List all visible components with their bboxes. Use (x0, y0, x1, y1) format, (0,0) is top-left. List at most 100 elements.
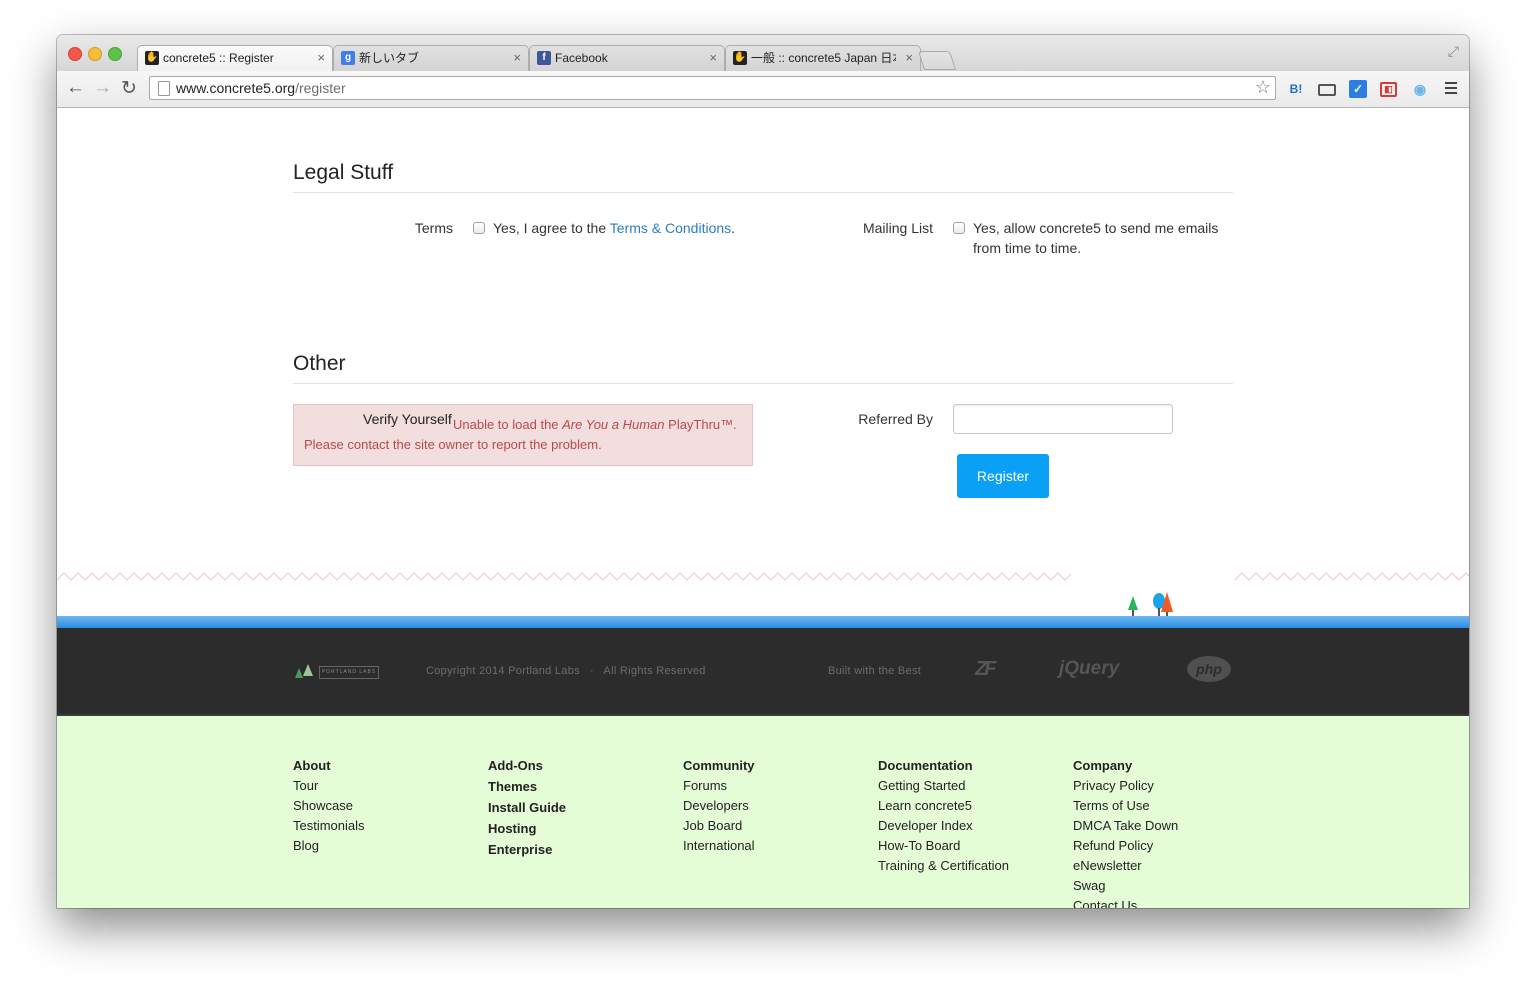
footer-heading-addons[interactable]: Add-Ons (488, 756, 566, 776)
google-icon: g (341, 51, 355, 65)
page-icon (158, 81, 170, 96)
terms-text-end: . (731, 220, 736, 236)
built-with-text: Built with the Best (828, 665, 922, 677)
forward-arrow-icon[interactable]: → (93, 77, 112, 99)
evernote-extension-icon[interactable]: ◧ (1380, 82, 1397, 97)
tab-concrete5-register[interactable]: ✋ concrete5 :: Register × (137, 45, 333, 71)
footer-link-dmca[interactable]: DMCA Take Down (1073, 816, 1178, 836)
tab-title: Facebook (555, 51, 608, 65)
sitemap-footer: About Tour Showcase Testimonials Blog Ad… (57, 716, 1469, 908)
footer-link-showcase[interactable]: Showcase (293, 796, 365, 816)
mailing-list-text-line1: Yes, allow concrete5 to send me emails (973, 220, 1219, 236)
mailing-list-text-line2: from time to time. (973, 240, 1082, 256)
footer-link-how-to-board[interactable]: How-To Board (878, 836, 1009, 856)
tab-concrete5-japan[interactable]: ✋ 一般 :: concrete5 Japan 日本 × (725, 45, 921, 71)
fullscreen-icon[interactable]: ⤢ (1448, 43, 1459, 60)
tab-title: 新しいタブ (359, 51, 420, 65)
mailing-list-checkbox[interactable] (953, 222, 965, 234)
camera-extension-icon[interactable]: ◉ (1411, 80, 1429, 98)
error-product-name: Are You a Human (562, 417, 665, 432)
footer-heading-community[interactable]: Community (683, 756, 755, 776)
footer-link-developers[interactable]: Developers (683, 796, 755, 816)
footer-link-enewsletter[interactable]: eNewsletter (1073, 856, 1178, 876)
footer-link-training-certification[interactable]: Training & Certification (878, 856, 1009, 876)
minimize-window-button[interactable] (88, 47, 102, 61)
captcha-error-box: Verify Yourself Unable to load the Are Y… (293, 404, 753, 466)
footer-link-forums[interactable]: Forums (683, 776, 755, 796)
footer-blue-bar (57, 616, 1469, 628)
footer-link-install-guide[interactable]: Install Guide (488, 797, 566, 818)
check-extension-icon[interactable]: ✓ (1349, 80, 1367, 98)
menu-icon[interactable] (1445, 79, 1457, 97)
portland-labs-logo[interactable]: PORTLAND LABS (293, 662, 383, 682)
concrete5-hand-icon: ✋ (733, 51, 747, 65)
hatena-bookmark-icon[interactable]: B! (1287, 80, 1305, 98)
footer-link-getting-started[interactable]: Getting Started (878, 776, 1009, 796)
zoom-window-button[interactable] (108, 47, 122, 61)
footer-link-terms-of-use[interactable]: Terms of Use (1073, 796, 1178, 816)
footer-link-enterprise[interactable]: Enterprise (488, 839, 566, 860)
url-path: /register (295, 80, 346, 96)
footer-link-learn-concrete5[interactable]: Learn concrete5 (878, 796, 1009, 816)
other-section-title: Other (293, 352, 346, 375)
page-content: Legal Stuff Terms Yes, I agree to the Te… (57, 108, 1469, 908)
footer-heading-company[interactable]: Company (1073, 756, 1178, 776)
tab-close-icon[interactable]: × (905, 46, 913, 70)
jquery-logo[interactable]: jQuery (1059, 658, 1119, 680)
facebook-icon: f (537, 51, 551, 65)
tab-facebook[interactable]: f Facebook × (529, 45, 725, 71)
browser-window: ✋ concrete5 :: Register × g 新しいタブ × f Fa… (57, 35, 1469, 908)
tab-title: 一般 :: concrete5 Japan 日本 (751, 51, 896, 65)
new-tab-button[interactable] (917, 51, 957, 70)
dark-footer: PORTLAND LABS Copyright 2014 Portland La… (57, 628, 1469, 716)
concrete5-hand-icon: ✋ (145, 51, 159, 65)
zigzag-divider-right (1235, 572, 1469, 581)
footer-link-international[interactable]: International (683, 836, 755, 856)
terms-text: Yes, I agree to the Terms & Conditions. (493, 218, 735, 238)
ruler-extension-icon[interactable] (1318, 84, 1336, 96)
portland-labs-logo-text: PORTLAND LABS (319, 666, 379, 679)
footer-link-tour[interactable]: Tour (293, 776, 365, 796)
url-host: www.concrete5.org (176, 80, 296, 96)
footer-link-contact-us[interactable]: Contact Us (1073, 896, 1178, 908)
mailing-list-label: Mailing List (862, 220, 933, 236)
footer-link-swag[interactable]: Swag (1073, 876, 1178, 896)
error-text: PlayThru™. (664, 417, 737, 432)
tab-close-icon[interactable]: × (709, 46, 717, 70)
address-bar[interactable]: www.concrete5.org/register ☆ (149, 76, 1276, 100)
php-logo[interactable]: php (1187, 656, 1231, 682)
referred-by-input[interactable] (953, 404, 1173, 434)
error-text: Unable to load the (453, 417, 563, 432)
footer-link-job-board[interactable]: Job Board (683, 816, 755, 836)
footer-link-refund-policy[interactable]: Refund Policy (1073, 836, 1178, 856)
legal-section-title: Legal Stuff (293, 161, 394, 184)
back-arrow-icon[interactable]: ← (66, 77, 85, 99)
legal-divider (293, 192, 1233, 193)
footer-link-themes[interactable]: Themes (488, 776, 566, 797)
footer-heading-documentation[interactable]: Documentation (878, 756, 1009, 776)
terms-label: Terms (414, 220, 453, 236)
register-button[interactable]: Register (957, 454, 1049, 498)
zend-framework-logo[interactable]: ZF (975, 658, 997, 681)
captcha-error-line2: Please contact the site owner to report … (304, 437, 602, 452)
footer-link-blog[interactable]: Blog (293, 836, 365, 856)
footer-column-documentation: Documentation Getting Started Learn conc… (878, 756, 1009, 876)
close-window-button[interactable] (68, 47, 82, 61)
terms-checkbox[interactable] (473, 222, 485, 234)
terms-conditions-link[interactable]: Terms & Conditions (610, 220, 731, 236)
tab-close-icon[interactable]: × (317, 46, 325, 70)
zigzag-divider-left (57, 572, 1071, 581)
footer-link-privacy-policy[interactable]: Privacy Policy (1073, 776, 1178, 796)
other-divider (293, 383, 1233, 384)
bookmark-star-icon[interactable]: ☆ (1255, 77, 1271, 98)
copyright-text: Copyright 2014 Portland Labs · All Right… (426, 665, 706, 677)
footer-link-developer-index[interactable]: Developer Index (878, 816, 1009, 836)
tab-bar: ✋ concrete5 :: Register × g 新しいタブ × f Fa… (57, 35, 1469, 71)
tab-new-tab[interactable]: g 新しいタブ × (333, 45, 529, 71)
footer-heading-about[interactable]: About (293, 756, 365, 776)
reload-icon[interactable]: ↻ (121, 77, 137, 100)
footer-link-hosting[interactable]: Hosting (488, 818, 566, 839)
tab-close-icon[interactable]: × (513, 46, 521, 70)
footer-link-testimonials[interactable]: Testimonials (293, 816, 365, 836)
footer-column-about: About Tour Showcase Testimonials Blog (293, 756, 365, 856)
